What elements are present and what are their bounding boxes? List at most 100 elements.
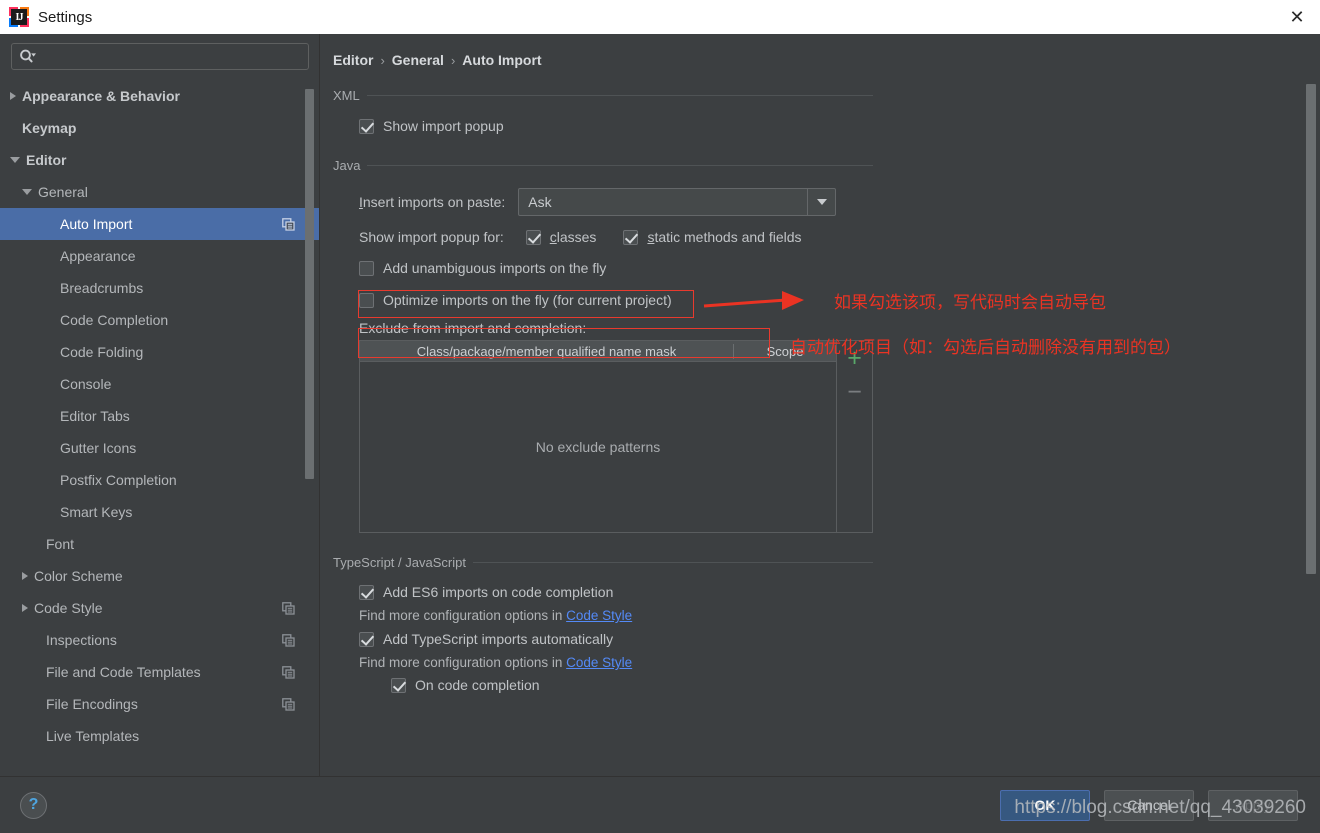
sidebar-item-color-scheme[interactable]: Color Scheme — [0, 560, 319, 592]
sidebar-item-appearance-behavior[interactable]: Appearance & Behavior — [0, 80, 319, 112]
xml-section-title: XML — [333, 88, 360, 103]
breadcrumb-editor[interactable]: Editor — [333, 52, 373, 68]
content-scrollbar-thumb[interactable] — [1306, 84, 1316, 574]
code-style-link[interactable]: Code Style — [566, 655, 632, 670]
breadcrumb-general[interactable]: General — [392, 52, 444, 68]
sidebar-item-label: Live Templates — [46, 728, 140, 744]
copy-settings-icon[interactable] — [282, 697, 295, 711]
sidebar-item-postfix-completion[interactable]: Postfix Completion — [0, 464, 319, 496]
java-section: Java Insert imports on paste: Ask Show i… — [320, 158, 1320, 533]
copy-settings-icon[interactable] — [282, 601, 295, 615]
sidebar-item-label: File and Code Templates — [46, 664, 201, 680]
sidebar-item-label: Smart Keys — [60, 504, 133, 520]
dialog-button-bar: ? OK Cancel Apply — [0, 776, 1320, 833]
add-typescript-imports-checkbox[interactable] — [359, 631, 374, 647]
typescript-section-title: TypeScript / JavaScript — [333, 555, 466, 570]
exclude-table-header: Class/package/member qualified name mask… — [360, 341, 836, 362]
sidebar-item-keymap[interactable]: Keymap — [0, 112, 319, 144]
ok-button[interactable]: OK — [1000, 789, 1090, 821]
sidebar-item-label: Font — [46, 536, 75, 552]
logo-text: IJ — [11, 9, 27, 25]
sidebar-item-inspections[interactable]: Inspections — [0, 624, 319, 656]
column-header-scope[interactable]: Scope — [734, 344, 836, 359]
copy-settings-icon[interactable] — [282, 633, 295, 647]
sidebar-scrollbar-thumb[interactable] — [305, 89, 314, 479]
on-code-completion-label: On code completion — [415, 677, 540, 693]
show-import-popup-row[interactable]: Show import popup — [359, 118, 1320, 134]
chevron-right-icon[interactable] — [22, 604, 28, 612]
static-methods-label: static methods and fields — [647, 229, 802, 245]
chevron-down-icon[interactable] — [10, 157, 20, 163]
chevron-down-icon[interactable] — [22, 189, 32, 195]
sidebar-item-font[interactable]: Font — [0, 528, 319, 560]
sidebar-item-appearance[interactable]: Appearance — [0, 240, 319, 272]
xml-section-header: XML — [333, 88, 1320, 103]
sidebar-item-code-completion[interactable]: Code Completion — [0, 304, 319, 336]
chevron-down-icon[interactable] — [807, 189, 835, 215]
show-import-popup-label: Show import popup — [383, 118, 504, 134]
sidebar-item-console[interactable]: Console — [0, 368, 319, 400]
sidebar-item-live-templates[interactable]: Live Templates — [0, 720, 319, 752]
sidebar-item-file-and-code-templates[interactable]: File and Code Templates — [0, 656, 319, 688]
breadcrumb-auto-import: Auto Import — [462, 52, 542, 68]
sidebar-item-smart-keys[interactable]: Smart Keys — [0, 496, 319, 528]
window-title-bar: IJ Settings ✕ — [0, 0, 1320, 34]
add-unambiguous-imports-row[interactable]: Add unambiguous imports on the fly — [359, 260, 1320, 276]
help-button[interactable]: ? — [20, 791, 47, 819]
search-box[interactable] — [11, 43, 309, 70]
add-es6-imports-row[interactable]: Add ES6 imports on code completion — [359, 584, 1320, 600]
close-icon[interactable]: ✕ — [1274, 0, 1320, 34]
sidebar-item-editor[interactable]: Editor — [0, 144, 319, 176]
copy-settings-icon[interactable] — [282, 217, 295, 231]
sidebar-item-label: Code Folding — [60, 344, 144, 360]
search-input[interactable] — [39, 49, 308, 64]
add-es6-imports-label: Add ES6 imports on code completion — [383, 584, 614, 600]
sidebar-item-code-folding[interactable]: Code Folding — [0, 336, 319, 368]
settings-sidebar: Appearance & Behavior Keymap Editor General… — [0, 34, 320, 776]
remove-exclude-pattern-button[interactable]: − — [847, 377, 862, 407]
breadcrumb-separator-icon: › — [450, 52, 456, 68]
sidebar-item-editor-tabs[interactable]: Editor Tabs — [0, 400, 319, 432]
sidebar-item-auto-import[interactable]: Auto Import — [0, 208, 319, 240]
chevron-right-icon[interactable] — [10, 92, 16, 100]
sidebar-item-code-style[interactable]: Code Style — [0, 592, 319, 624]
on-code-completion-row[interactable]: On code completion — [391, 677, 1320, 693]
cancel-button[interactable]: Cancel — [1104, 789, 1194, 821]
insert-imports-value: Ask — [528, 194, 552, 210]
search-icon — [19, 49, 36, 64]
sidebar-item-label: Keymap — [22, 120, 77, 136]
code-style-link[interactable]: Code Style — [566, 608, 632, 623]
copy-settings-icon[interactable] — [282, 665, 295, 679]
optimize-imports-checkbox[interactable] — [359, 292, 374, 308]
optimize-imports-label: Optimize imports on the fly (for current… — [383, 292, 672, 308]
sidebar-item-label: Editor Tabs — [60, 408, 130, 424]
dialog-content-row: Appearance & Behavior Keymap Editor General… — [0, 34, 1320, 776]
sidebar-item-label: Appearance — [60, 248, 136, 264]
exclude-table[interactable]: Class/package/member qualified name mask… — [359, 340, 837, 533]
add-unambiguous-imports-checkbox[interactable] — [359, 260, 374, 276]
insert-imports-row: Insert imports on paste: Ask — [359, 188, 1320, 216]
chevron-right-icon[interactable] — [22, 572, 28, 580]
sidebar-item-breadcrumbs[interactable]: Breadcrumbs — [0, 272, 319, 304]
exclude-table-wrapper: Class/package/member qualified name mask… — [359, 340, 1320, 533]
optimize-imports-row[interactable]: Optimize imports on the fly (for current… — [359, 292, 1320, 308]
classes-checkbox[interactable] — [525, 229, 541, 245]
column-header-name-mask[interactable]: Class/package/member qualified name mask — [360, 343, 734, 359]
add-exclude-pattern-button[interactable]: + — [847, 346, 862, 371]
sidebar-item-gutter-icons[interactable]: Gutter Icons — [0, 432, 319, 464]
static-methods-checkbox[interactable] — [623, 229, 639, 245]
exclude-table-body: No exclude patterns — [360, 362, 836, 532]
add-typescript-imports-row[interactable]: Add TypeScript imports automatically — [359, 631, 1320, 647]
on-code-completion-checkbox[interactable] — [391, 677, 406, 693]
show-import-popup-checkbox[interactable] — [359, 118, 374, 134]
add-es6-imports-checkbox[interactable] — [359, 584, 374, 600]
search-wrapper — [0, 43, 319, 70]
sidebar-item-file-encodings[interactable]: File Encodings — [0, 688, 319, 720]
sidebar-item-label: File Encodings — [46, 696, 138, 712]
apply-button[interactable]: Apply — [1208, 789, 1298, 821]
insert-imports-on-paste-dropdown[interactable]: Ask — [518, 188, 837, 216]
breadcrumb-separator-icon: › — [380, 52, 385, 68]
sidebar-item-general[interactable]: General — [0, 176, 319, 208]
sidebar-item-label: Postfix Completion — [60, 472, 177, 488]
sidebar-item-label: Gutter Icons — [60, 440, 137, 456]
